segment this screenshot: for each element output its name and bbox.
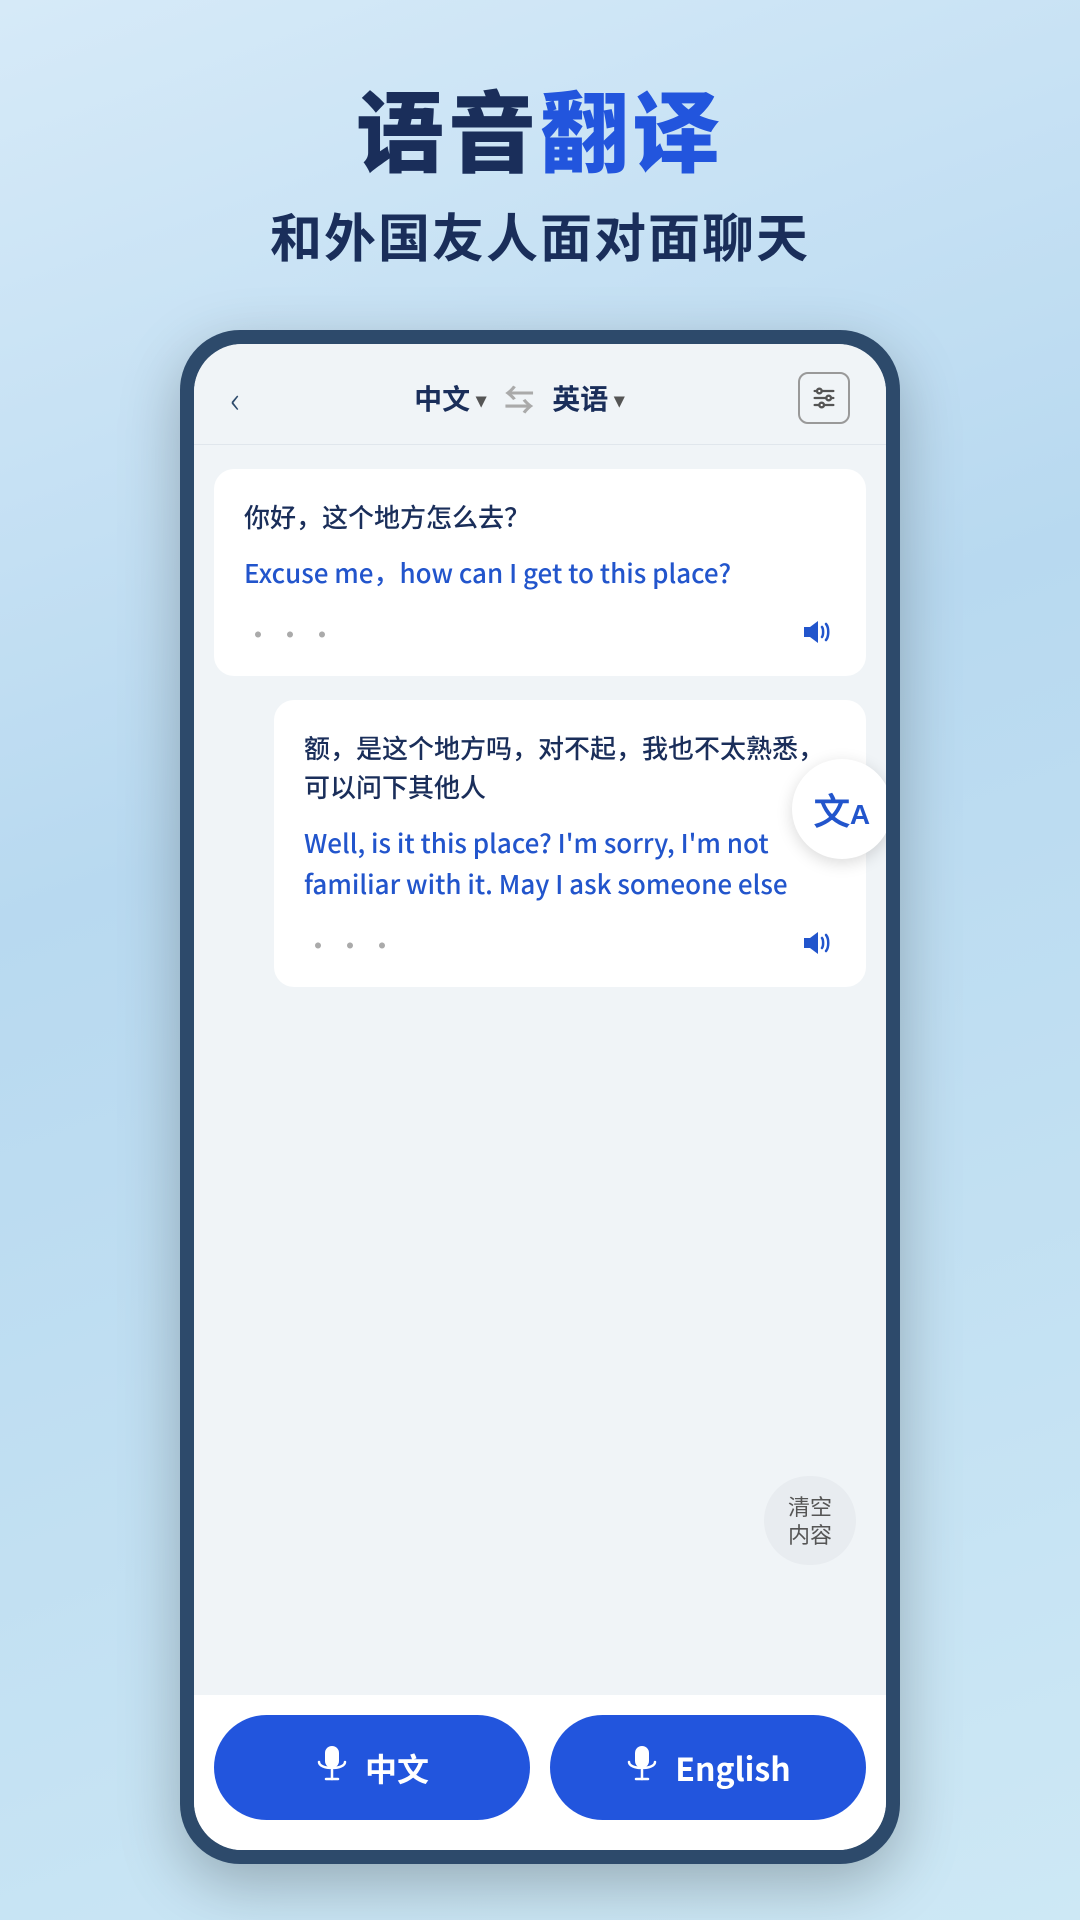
msg2-original: 额，是这个地方吗，对不起，我也不太熟悉，可以问下其他人 — [304, 728, 836, 806]
chinese-btn-label: 中文 — [365, 1745, 429, 1791]
message-bubble-2: 额，是这个地方吗，对不起，我也不太熟悉，可以问下其他人 Well, is it … — [274, 700, 866, 987]
bottom-buttons: 中文 English — [194, 1695, 886, 1850]
phone-mockup: ‹ 中文 ▾ ⇆ 英语 ▾ — [180, 330, 900, 1864]
english-btn-label: English — [675, 1745, 790, 1791]
settings-button[interactable] — [798, 372, 850, 424]
english-mic-icon — [625, 1743, 659, 1792]
swap-icon[interactable]: ⇆ — [504, 376, 534, 420]
translate-badge[interactable]: 文A — [792, 759, 886, 859]
msg1-dots: ··· — [244, 614, 340, 654]
back-button[interactable]: ‹ — [230, 372, 240, 424]
clear-button[interactable]: 清空 内容 — [764, 1476, 856, 1565]
msg2-dots: ··· — [304, 925, 400, 965]
lang1-button[interactable]: 中文 ▾ — [414, 378, 486, 418]
phone-screen: ‹ 中文 ▾ ⇆ 英语 ▾ — [194, 344, 886, 1850]
english-mic-button[interactable]: English — [550, 1715, 866, 1820]
chat-area: 你好，这个地方怎么去？ Excuse me，how can I get to t… — [194, 445, 886, 1695]
top-bar: ‹ 中文 ▾ ⇆ 英语 ▾ — [194, 344, 886, 445]
msg2-translated: Well, is it this place? I'm sorry, I'm n… — [304, 822, 836, 905]
lang1-arrow: ▾ — [476, 384, 486, 413]
chat-container: 你好，这个地方怎么去？ Excuse me，how can I get to t… — [214, 469, 866, 987]
page-header: 语音翻译 和外国友人面对面聊天 — [0, 0, 1080, 302]
subtitle: 和外国友人面对面聊天 — [0, 197, 1080, 272]
main-title: 语音翻译 — [0, 80, 1080, 177]
lang1-label: 中文 — [414, 378, 470, 418]
chinese-mic-button[interactable]: 中文 — [214, 1715, 530, 1820]
lang2-button[interactable]: 英语 ▾ — [552, 378, 624, 418]
title-part2: 翻译 — [540, 64, 724, 191]
msg1-original: 你好，这个地方怎么去？ — [244, 497, 836, 536]
lang2-label: 英语 — [552, 378, 608, 418]
chinese-mic-icon — [315, 1743, 349, 1792]
msg1-translated: Excuse me，how can I get to this place? — [244, 552, 836, 594]
message-bubble-1: 你好，这个地方怎么去？ Excuse me，how can I get to t… — [214, 469, 866, 676]
title-part1: 语音 — [356, 64, 540, 191]
msg2-speaker-icon[interactable] — [800, 923, 836, 967]
msg2-footer: ··· — [304, 923, 836, 967]
msg1-speaker-icon[interactable] — [800, 612, 836, 656]
language-selector: 中文 ▾ ⇆ 英语 ▾ — [414, 376, 624, 420]
msg1-footer: ··· — [244, 612, 836, 656]
lang2-arrow: ▾ — [614, 384, 624, 413]
clear-line2: 内容 — [788, 1520, 832, 1549]
translate-icon: 文A — [814, 783, 870, 835]
clear-line1: 清空 — [788, 1492, 832, 1521]
